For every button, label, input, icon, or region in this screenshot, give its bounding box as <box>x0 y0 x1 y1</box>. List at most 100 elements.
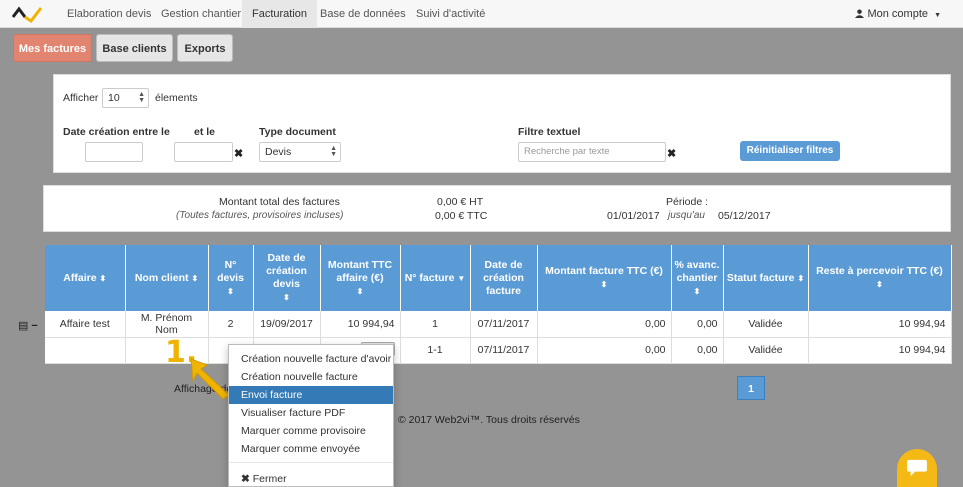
elements-label: élements <box>155 92 198 104</box>
nav-gestion-chantier[interactable]: Gestion chantier <box>151 0 251 28</box>
total-sublabel: (Toutes factures, provisoires incluses) <box>176 210 344 221</box>
row-expand-control[interactable]: ▤ − <box>18 319 38 332</box>
web2vi-logo[interactable] <box>11 5 45 23</box>
date-from-label: Date création entre le <box>63 126 170 138</box>
header-progress[interactable]: % avanc. chantier ⬍ <box>671 245 724 311</box>
select-arrows-icon: ▲ ▼ <box>330 145 337 158</box>
date-to-label: et le <box>194 126 216 138</box>
totals-summary: Montant total des factures (Toutes factu… <box>43 185 951 232</box>
total-label: Montant total des factures <box>219 196 340 208</box>
period-start: 01/01/2017 <box>607 210 660 222</box>
doc-type-label: Type document <box>259 126 336 138</box>
cell-invoice-date: 07/11/2017 <box>470 311 538 338</box>
period-label: Période : <box>666 196 709 208</box>
header-label: Affaire <box>63 271 97 284</box>
sort-icon: ⬍ <box>283 293 290 302</box>
cell-invoice-number: 1 <box>400 311 471 338</box>
client-base-button[interactable]: Base clients <box>96 34 173 62</box>
menu-view-pdf[interactable]: Visualiser facture PDF <box>229 404 393 422</box>
header-label: Date de création facture <box>483 258 524 297</box>
sort-icon: ⬍ <box>356 286 364 296</box>
cell-invoice-number: 1-1 <box>400 337 471 364</box>
sort-icon: ⬍ <box>693 286 701 296</box>
chat-bubble-icon <box>907 459 927 477</box>
cell-project-amount: 10 994,94 <box>320 311 401 338</box>
cell-invoice-amount: 0,00 <box>537 311 672 338</box>
pagination-page-1[interactable]: 1 <box>737 376 765 400</box>
filter-panel: Afficher 10 ▲ ▼ élements Date création en… <box>53 74 951 173</box>
header-invoice-amount[interactable]: Montant facture TTC (€) ⬍ <box>537 245 672 311</box>
header-invoice-date[interactable]: Date de création facture <box>470 245 538 311</box>
show-label: Afficher <box>63 92 99 104</box>
sort-icon: ⬍ <box>99 273 107 283</box>
cell-affaire <box>45 337 126 364</box>
header-client[interactable]: Nom client ⬍ <box>125 245 209 311</box>
account-label: Mon compte <box>867 8 928 20</box>
reset-filters-button[interactable]: Réinitialiser filtres <box>740 141 840 161</box>
sort-icon: ⬍ <box>876 280 883 289</box>
period-end: 05/12/2017 <box>718 210 771 222</box>
cell-invoice-date: 07/11/2017 <box>470 337 538 364</box>
sort-icon: ⬍ <box>191 273 199 283</box>
header-quote-date[interactable]: Date de création devis ⬍ <box>253 245 321 311</box>
menu-create-invoice[interactable]: Création nouvelle facture <box>229 368 393 386</box>
sort-desc-icon: ▼ <box>457 273 466 283</box>
header-remaining[interactable]: Reste à percevoir TTC (€) ⬍ <box>808 245 952 311</box>
header-affaire[interactable]: Affaire ⬍ <box>45 245 126 311</box>
header-invoice-number[interactable]: N° facture ▼ <box>400 245 471 311</box>
header-label: Montant facture TTC (€) <box>545 265 663 277</box>
clear-date-icon[interactable]: ✖ <box>234 147 243 160</box>
page-size-select[interactable]: 10 ▲ ▼ <box>102 88 149 108</box>
sort-icon: ⬍ <box>600 280 608 289</box>
top-navbar: Elaboration devis Gestion chantier Factu… <box>0 0 963 28</box>
exports-button[interactable]: Exports <box>177 34 233 62</box>
nav-suivi-activite[interactable]: Suivi d'activité <box>406 0 495 28</box>
header-quote-number[interactable]: N° devis ⬍ <box>208 245 254 311</box>
nav-elaboration-devis[interactable]: Elaboration devis <box>57 0 161 28</box>
page-size-value: 10 <box>108 92 120 104</box>
header-label: % avanc. chantier <box>674 258 720 284</box>
header-project-amount[interactable]: Montant TTC affaire (€) ⬍ <box>320 245 401 311</box>
header-label: Nom client <box>134 271 189 284</box>
cell-quote-number: 2 <box>208 311 254 338</box>
menu-divider <box>229 462 393 463</box>
doc-type-select[interactable]: Devis ▲ ▼ <box>259 142 341 162</box>
list-icon: ▤ <box>18 320 29 332</box>
date-to-input[interactable] <box>174 142 233 162</box>
collapse-icon[interactable]: − <box>31 320 37 332</box>
sort-icon: ⬍ <box>227 286 234 296</box>
sort-icon: ⬍ <box>797 273 805 283</box>
header-label: Montant TTC affaire (€) <box>327 258 393 284</box>
header-label: Reste à percevoir TTC (€) <box>816 265 943 277</box>
header-label: N° facture <box>404 271 455 284</box>
caret-down-icon: ▼ <box>934 12 941 19</box>
doc-type-value: Devis <box>265 146 292 158</box>
footer-copyright: © 2017 Web2vi™. Tous droits réservés <box>398 414 580 426</box>
menu-close[interactable]: ✖ Fermer <box>229 470 393 487</box>
total-ttc: 0,00 € TTC <box>435 210 488 222</box>
user-icon <box>855 9 865 18</box>
clear-text-filter-icon[interactable]: ✖ <box>667 147 676 160</box>
chat-widget[interactable] <box>897 449 937 487</box>
header-label: N° devis <box>217 258 244 284</box>
text-filter-input[interactable]: Recherche par texte <box>518 142 666 162</box>
cell-invoice-amount: 0,00 <box>537 337 672 364</box>
menu-send-invoice[interactable]: Envoi facture <box>229 386 393 404</box>
row-actions-dropdown: Création nouvelle facture d'avoir Créati… <box>228 344 394 487</box>
cell-affaire: Affaire test <box>45 311 126 338</box>
cell-progress: 0,00 <box>671 337 724 364</box>
period-until: jusqu'au <box>668 210 705 221</box>
cell-quote-date: 19/09/2017 <box>253 311 321 338</box>
date-from-input[interactable] <box>85 142 143 162</box>
menu-mark-provisional[interactable]: Marquer comme provisoire <box>229 422 393 440</box>
nav-facturation[interactable]: Facturation <box>242 0 318 28</box>
menu-create-credit-note[interactable]: Création nouvelle facture d'avoir <box>229 350 393 368</box>
menu-close-label: Fermer <box>252 473 287 485</box>
nav-base-de-donnees[interactable]: Base de données <box>310 0 416 28</box>
header-status[interactable]: Statut facture ⬍ <box>723 245 809 311</box>
menu-mark-sent[interactable]: Marquer comme envoyée <box>229 440 393 458</box>
my-invoices-button[interactable]: Mes factures <box>13 34 92 62</box>
account-menu[interactable]: Mon compte ▼ <box>855 0 941 28</box>
total-ht: 0,00 € HT <box>437 196 484 208</box>
cell-status: Validée <box>723 337 809 364</box>
